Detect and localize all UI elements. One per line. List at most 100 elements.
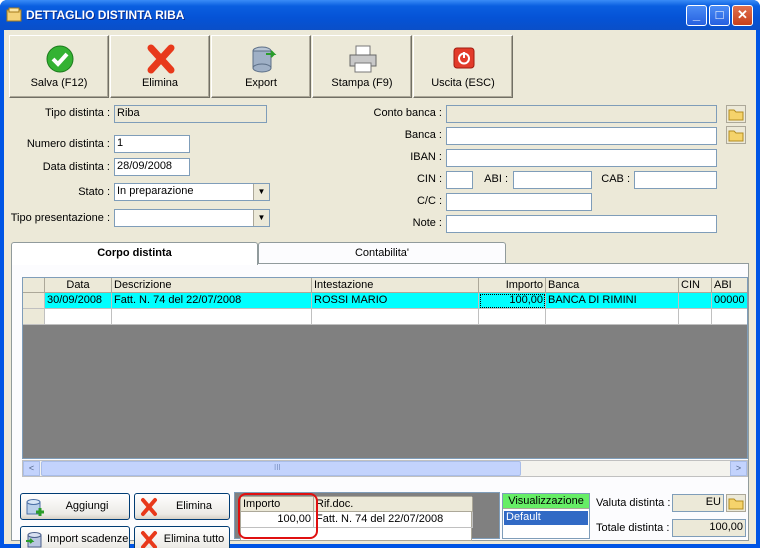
table-cell[interactable] — [45, 309, 112, 325]
valuta-distinta-label: Valuta distinta : — [596, 497, 671, 509]
tab-corpo-distinta[interactable]: Corpo distinta — [11, 242, 258, 265]
app-icon — [6, 7, 22, 22]
numero-distinta-field[interactable]: 1 — [114, 135, 190, 153]
exit-label: Uscita (ESC) — [431, 77, 495, 89]
valuta-browse-button[interactable] — [726, 494, 746, 512]
iban-field[interactable] — [446, 149, 717, 167]
table-cell[interactable]: ROSSI MARIO — [312, 293, 479, 309]
conto-banca-browse-button[interactable] — [726, 105, 746, 123]
table-cell[interactable] — [546, 309, 679, 325]
table-cell[interactable] — [679, 293, 712, 309]
import-scadenze-label: Import scadenze — [47, 533, 129, 545]
cab-label: CAB : — [601, 173, 630, 185]
cin-field[interactable] — [446, 171, 473, 189]
table-cell[interactable] — [712, 309, 747, 325]
banca-field[interactable] — [446, 127, 717, 145]
folder-icon — [728, 109, 744, 121]
elimina-row-button[interactable]: Elimina — [134, 493, 230, 520]
totale-distinta-field: 100,00 — [672, 519, 746, 537]
tipo-distinta-field: Riba — [114, 105, 267, 123]
column-header[interactable]: Importo — [479, 278, 546, 293]
print-button[interactable]: Stampa (F9) — [312, 35, 412, 98]
stato-value: In preparazione — [117, 185, 194, 197]
table-row-new[interactable] — [23, 309, 747, 325]
tipo-distinta-label: Tipo distinta : — [44, 107, 110, 119]
cc-field[interactable] — [446, 193, 592, 211]
power-icon — [453, 47, 475, 69]
scroll-left-button[interactable]: < — [23, 461, 40, 476]
column-header[interactable]: ABI — [712, 278, 747, 293]
table-cell[interactable]: 30/09/2008 — [45, 293, 112, 309]
highlight-annotation — [238, 493, 318, 539]
import-database-icon — [26, 532, 42, 548]
column-header[interactable]: Intestazione — [312, 278, 479, 293]
save-button[interactable]: Salva (F12) — [9, 35, 109, 98]
table-cell[interactable] — [112, 309, 312, 325]
chevron-down-icon[interactable]: ▼ — [253, 210, 269, 226]
table-cell[interactable]: Fatt. N. 74 del 22/07/2008 — [112, 293, 312, 309]
note-label: Note : — [412, 217, 442, 229]
save-label: Salva (F12) — [30, 77, 88, 89]
title-bar[interactable]: DETTAGLIO DISTINTA RIBA _ □ ✕ — [0, 0, 760, 30]
close-button[interactable]: ✕ — [732, 5, 753, 26]
column-header[interactable]: Banca — [546, 278, 679, 293]
minimize-button[interactable]: _ — [686, 5, 707, 26]
table-cell[interactable]: 00000 — [712, 293, 747, 309]
horizontal-scrollbar[interactable]: < III > — [22, 460, 748, 477]
banca-browse-button[interactable] — [726, 126, 746, 144]
abi-field[interactable] — [513, 171, 592, 189]
chevron-down-icon[interactable]: ▼ — [253, 184, 269, 200]
add-database-icon — [26, 499, 44, 516]
stato-select[interactable]: In preparazione ▼ — [114, 183, 270, 201]
import-scadenze-button[interactable]: Import scadenze — [20, 526, 130, 548]
aggiungi-label: Aggiungi — [65, 500, 109, 512]
delete-x-icon — [147, 44, 175, 74]
valuta-distinta-field: EU — [672, 494, 724, 512]
elimina-label: Elimina — [175, 500, 213, 512]
printer-icon — [349, 45, 377, 73]
export-button[interactable]: Export — [211, 35, 311, 98]
data-distinta-field[interactable]: 28/09/2008 — [114, 158, 190, 176]
column-header[interactable]: CIN — [679, 278, 712, 293]
numero-distinta-label: Numero distinta : — [26, 138, 110, 150]
table-cell[interactable]: BANCA DI RIMINI — [546, 293, 679, 309]
maximize-button[interactable]: □ — [709, 5, 730, 26]
aggiungi-button[interactable]: Aggiungi — [20, 493, 130, 520]
check-icon — [46, 45, 74, 73]
elimina-tutto-button[interactable]: Elimina tutto — [134, 526, 230, 548]
table-cell-focused[interactable]: 100,00 — [479, 293, 546, 309]
delete-x-icon — [141, 531, 157, 548]
conto-banca-label: Conto banca : — [373, 107, 443, 119]
column-header[interactable]: Data — [45, 278, 112, 293]
totale-distinta-label: Totale distinta : — [596, 522, 670, 534]
scroll-thumb[interactable]: III — [41, 461, 521, 476]
folder-icon — [728, 130, 744, 142]
scroll-right-button[interactable]: > — [730, 461, 747, 476]
table-cell[interactable] — [479, 309, 546, 325]
visualizzazione-item-default[interactable]: Default — [504, 511, 588, 525]
visualizzazione-panel[interactable]: Visualizzazione Default — [502, 493, 590, 539]
delete-button[interactable]: Elimina — [110, 35, 210, 98]
row-header[interactable] — [23, 309, 45, 325]
window-client: Salva (F12) Elimina Export Stampa (F9) U… — [4, 30, 756, 548]
note-field[interactable] — [446, 215, 717, 233]
distinta-grid[interactable]: Data Descrizione Intestazione Importo Ba… — [22, 277, 748, 459]
table-cell[interactable] — [679, 309, 712, 325]
elimina-tutto-label: Elimina tutto — [163, 533, 225, 545]
cc-label: C/C : — [416, 195, 442, 207]
banca-label: Banca : — [404, 129, 442, 141]
cab-field[interactable] — [634, 171, 717, 189]
app-window: DETTAGLIO DISTINTA RIBA _ □ ✕ Salva (F12… — [0, 0, 760, 548]
tab-contabilita[interactable]: Contabilita' — [258, 242, 506, 264]
conto-banca-field — [446, 105, 717, 123]
tab-panel-corpo-distinta: Data Descrizione Intestazione Importo Ba… — [11, 263, 749, 548]
table-cell[interactable] — [312, 309, 479, 325]
column-header[interactable]: Rif.doc. — [314, 497, 473, 512]
row-header[interactable] — [23, 293, 45, 309]
tipo-presentazione-select[interactable]: ▼ — [114, 209, 270, 227]
data-distinta-label: Data distinta : — [42, 161, 110, 173]
column-header[interactable]: Descrizione — [112, 278, 312, 293]
exit-button[interactable]: Uscita (ESC) — [413, 35, 513, 98]
table-cell[interactable]: Fatt. N. 74 del 22/07/2008 — [314, 512, 473, 528]
table-row[interactable]: 30/09/2008 Fatt. N. 74 del 22/07/2008 RO… — [23, 293, 747, 309]
